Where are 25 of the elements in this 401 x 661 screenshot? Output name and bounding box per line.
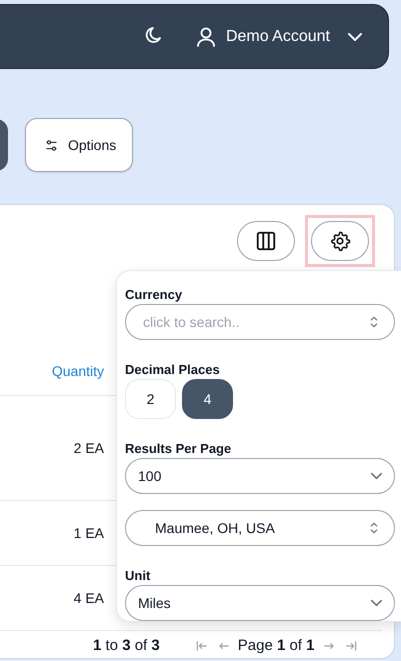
settings-icon (329, 230, 351, 252)
unit-select[interactable]: Miles (125, 585, 395, 621)
field-label: Currency (125, 287, 184, 303)
field-label: Decimal Places (125, 362, 221, 378)
table-cell-text: 1 EA (72, 525, 104, 541)
decimal-option[interactable]: 4 (182, 378, 233, 419)
field-label: Results Per Page (125, 440, 232, 457)
chevron-down-icon (371, 599, 382, 608)
options-button[interactable]: Options (25, 118, 134, 172)
table-cell-text: 2 EA (72, 440, 104, 456)
page-indicator: Page 1 of 1 (238, 637, 314, 655)
sliders-icon (44, 138, 59, 152)
results-per-page-select[interactable]: 100 (125, 458, 395, 494)
field-label: Unit (125, 568, 152, 584)
chevron-down-icon (371, 472, 382, 480)
settings-button[interactable] (311, 221, 369, 261)
account-menu-button[interactable]: Demo Account (194, 24, 362, 48)
columns-button[interactable] (237, 221, 295, 261)
location-select[interactable]: Maumee, OH, USA (125, 510, 395, 546)
columns-icon (255, 230, 277, 252)
pagination-range: 1 to 3 of 3 (93, 637, 160, 655)
column-header[interactable]: Quantity (0, 363, 104, 395)
table-cell-text: 4 EA (72, 590, 104, 606)
decimal-option[interactable]: 2 (125, 378, 176, 419)
chevron-down-icon (348, 32, 362, 42)
